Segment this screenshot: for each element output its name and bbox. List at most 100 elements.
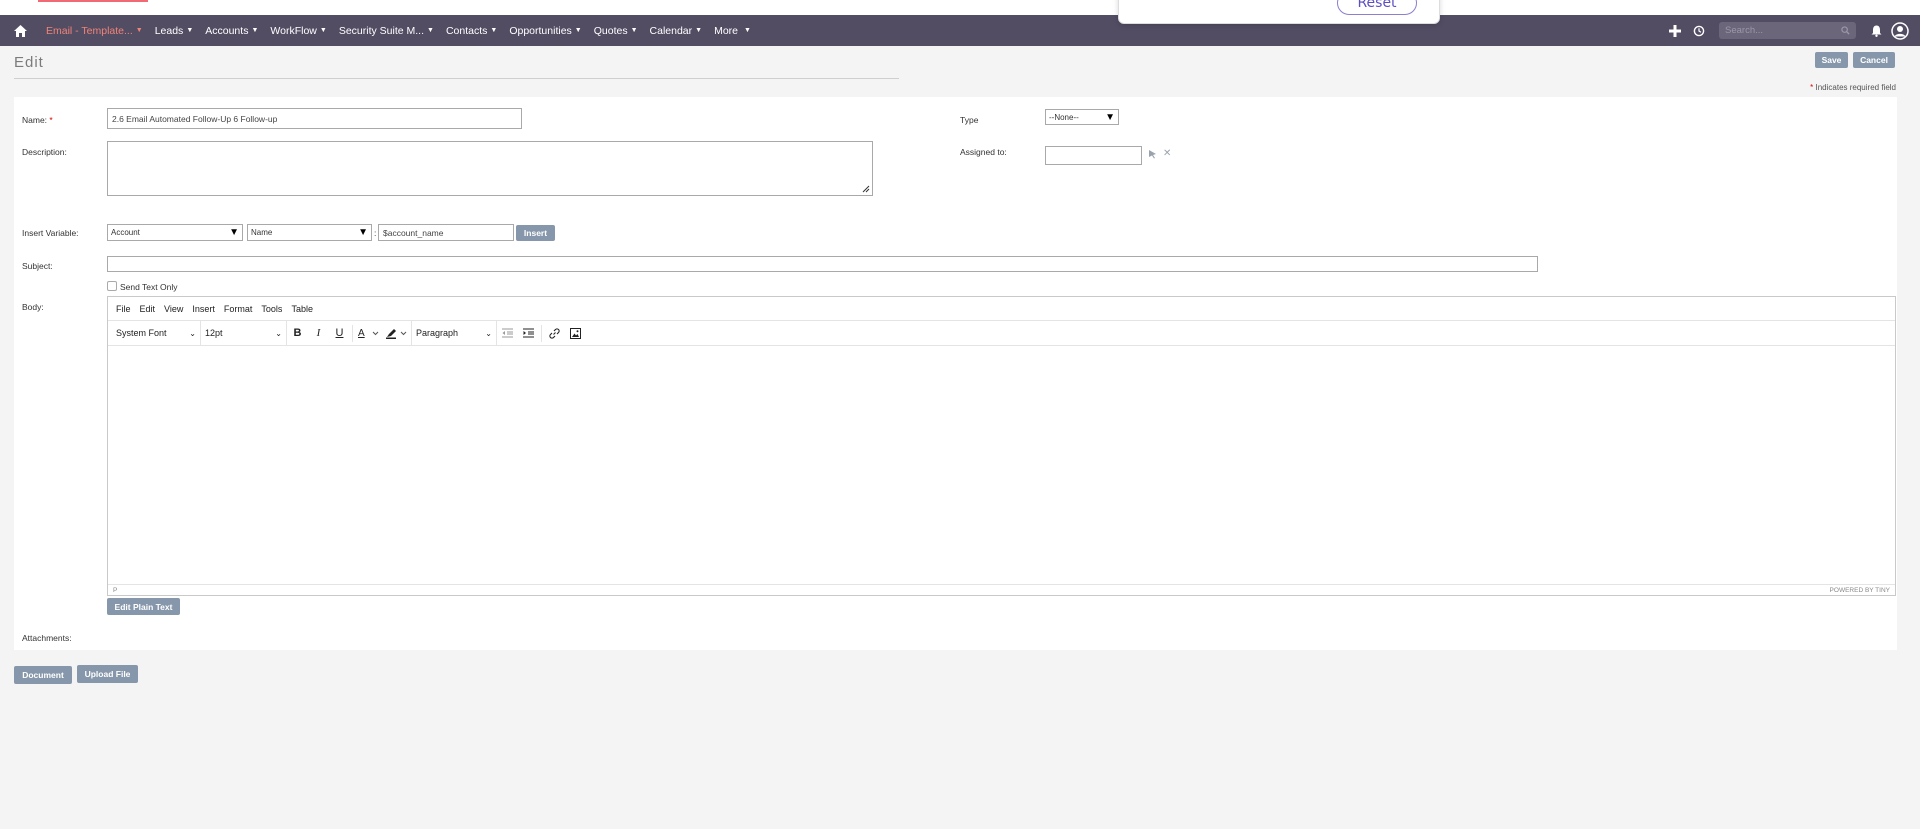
- send-text-only-checkbox[interactable]: [107, 281, 117, 291]
- nav-item-accounts[interactable]: Accounts ▼: [199, 15, 264, 46]
- nav-item-security-suite[interactable]: Security Suite M... ▼: [333, 15, 440, 46]
- chevron-down-icon: ▼: [427, 27, 434, 34]
- chevron-down-icon: ▼: [630, 27, 638, 34]
- insert-variable-label: Insert Variable:: [22, 228, 79, 238]
- required-note-text: Indicates required field: [1815, 83, 1897, 92]
- variable-field-select[interactable]: Name ▼: [247, 224, 372, 241]
- chevron-down-icon: ▼: [186, 27, 194, 34]
- type-label: Type: [960, 115, 979, 125]
- variable-module-value: Account: [111, 228, 140, 237]
- insert-variable-button[interactable]: Insert: [516, 225, 555, 241]
- nav-item-opportunities[interactable]: Opportunities ▼: [503, 15, 587, 46]
- page-title: Edit: [14, 54, 44, 71]
- editor-branding: POWERED BY TINY: [1829, 586, 1890, 594]
- select-user-icon[interactable]: [1148, 149, 1157, 161]
- name-label: Name: *: [22, 115, 53, 125]
- history-icon[interactable]: [1687, 15, 1711, 46]
- font-size-select[interactable]: 12pt ⌄: [201, 320, 287, 346]
- variable-value-field[interactable]: $account_name: [378, 224, 514, 241]
- description-label: Description:: [22, 147, 67, 157]
- chevron-down-icon: ▼: [319, 27, 327, 34]
- assigned-to-field[interactable]: [1045, 146, 1142, 165]
- nav-item-quotes[interactable]: Quotes ▼: [588, 15, 644, 46]
- reset-button[interactable]: Reset: [1337, 0, 1417, 15]
- editor-menu-format[interactable]: Format: [224, 304, 253, 314]
- variable-separator: :: [374, 228, 377, 238]
- name-label-text: Name:: [22, 115, 48, 125]
- dropdown-arrow-icon: ▼: [358, 227, 368, 238]
- font-family-select[interactable]: System Font ⌄: [112, 320, 201, 346]
- editor-content-area[interactable]: [108, 346, 1895, 582]
- block-format-select[interactable]: Paragraph ⌄: [411, 320, 497, 346]
- image-icon[interactable]: [565, 321, 586, 346]
- attachments-label: Attachments:: [22, 633, 72, 643]
- svg-text:A: A: [358, 328, 365, 339]
- underline-icon[interactable]: U: [329, 321, 350, 346]
- indent-icon[interactable]: [518, 321, 539, 346]
- search-icon[interactable]: [1841, 26, 1850, 35]
- italic-icon[interactable]: I: [308, 321, 329, 346]
- chevron-down-icon: ▼: [251, 27, 259, 34]
- subject-field[interactable]: [107, 256, 1538, 272]
- nav-item-email-templates[interactable]: Email - Template... ▼: [40, 15, 149, 46]
- nav-label: Security Suite M...: [338, 24, 425, 37]
- search-input[interactable]: [1725, 25, 1835, 36]
- chevron-down-icon: ▼: [135, 27, 143, 34]
- nav-item-leads[interactable]: Leads ▼: [149, 15, 200, 46]
- editor-menu-tools[interactable]: Tools: [261, 304, 282, 314]
- type-select[interactable]: --None-- ▼: [1045, 109, 1119, 125]
- zoom-popup: 0% Reset: [1118, 0, 1440, 24]
- chevron-down-icon: ▼: [574, 27, 582, 34]
- assigned-to-label: Assigned to:: [960, 147, 1007, 157]
- variable-module-select[interactable]: Account ▼: [107, 224, 243, 241]
- outdent-icon[interactable]: [497, 321, 518, 346]
- bold-icon[interactable]: B: [287, 321, 308, 346]
- upload-file-button[interactable]: Upload File: [77, 665, 138, 683]
- cancel-button[interactable]: Cancel: [1853, 52, 1895, 68]
- font-size-value: 12pt: [205, 328, 223, 338]
- chevron-down-icon: ▼: [695, 27, 703, 34]
- nav-item-more[interactable]: More ▼: [708, 15, 757, 46]
- nav-label: Contacts: [445, 24, 488, 37]
- chevron-down-icon: ▼: [744, 27, 751, 34]
- editor-menu-table[interactable]: Table: [291, 304, 313, 314]
- dropdown-arrow-icon: ▼: [1105, 111, 1115, 123]
- browser-top-strip: [0, 0, 1920, 15]
- toolbar-divider: [352, 324, 353, 342]
- link-icon[interactable]: [544, 321, 565, 346]
- chevron-down-icon: ⌄: [485, 328, 492, 338]
- edit-plain-text-button[interactable]: Edit Plain Text: [107, 598, 180, 615]
- top-navbar: Email - Template... ▼ Leads ▼ Accounts ▼ Wo…: [0, 15, 1920, 46]
- nav-item-calendar[interactable]: Calendar ▼: [644, 15, 709, 46]
- home-icon[interactable]: [0, 15, 40, 46]
- navbar-actions: [1663, 15, 1920, 46]
- rich-text-editor[interactable]: File Edit View Insert Format Tools Table…: [107, 296, 1896, 596]
- document-button[interactable]: Document: [14, 666, 72, 684]
- type-select-value: --None--: [1049, 112, 1079, 122]
- editor-statusbar: P POWERED BY TINY: [108, 584, 1895, 595]
- toolbar-divider: [541, 324, 542, 342]
- save-button[interactable]: Save: [1815, 52, 1848, 68]
- editor-menu-view[interactable]: View: [164, 304, 183, 314]
- clear-icon[interactable]: ✕: [1163, 148, 1171, 159]
- editor-menu-insert[interactable]: Insert: [192, 304, 215, 314]
- editor-menu-edit[interactable]: Edit: [140, 304, 156, 314]
- text-color-icon[interactable]: A: [355, 321, 383, 346]
- search-box[interactable]: [1719, 22, 1856, 39]
- bell-icon[interactable]: [1864, 15, 1888, 46]
- required-star: *: [49, 115, 53, 125]
- font-family-value: System Font: [116, 328, 167, 338]
- description-textarea[interactable]: [107, 141, 873, 196]
- plus-icon[interactable]: [1663, 15, 1687, 46]
- editor-toolbar: System Font ⌄ 12pt ⌄ B I U A Paragraph ⌄: [108, 320, 1895, 346]
- highlight-color-icon[interactable]: [383, 321, 411, 346]
- editor-menu-file[interactable]: File: [116, 304, 131, 314]
- nav-item-workflow[interactable]: WorkFlow ▼: [264, 15, 332, 46]
- block-format-value: Paragraph: [416, 328, 459, 338]
- nav-item-contacts[interactable]: Contacts ▼: [440, 15, 503, 46]
- name-field[interactable]: 2.6 Email Automated Follow-Up 6 Follow-u…: [107, 108, 522, 129]
- required-star: *: [1810, 83, 1814, 92]
- user-avatar-icon[interactable]: [1888, 15, 1912, 46]
- send-text-only-label: Send Text Only: [120, 282, 178, 292]
- resize-handle-icon[interactable]: [862, 185, 870, 193]
